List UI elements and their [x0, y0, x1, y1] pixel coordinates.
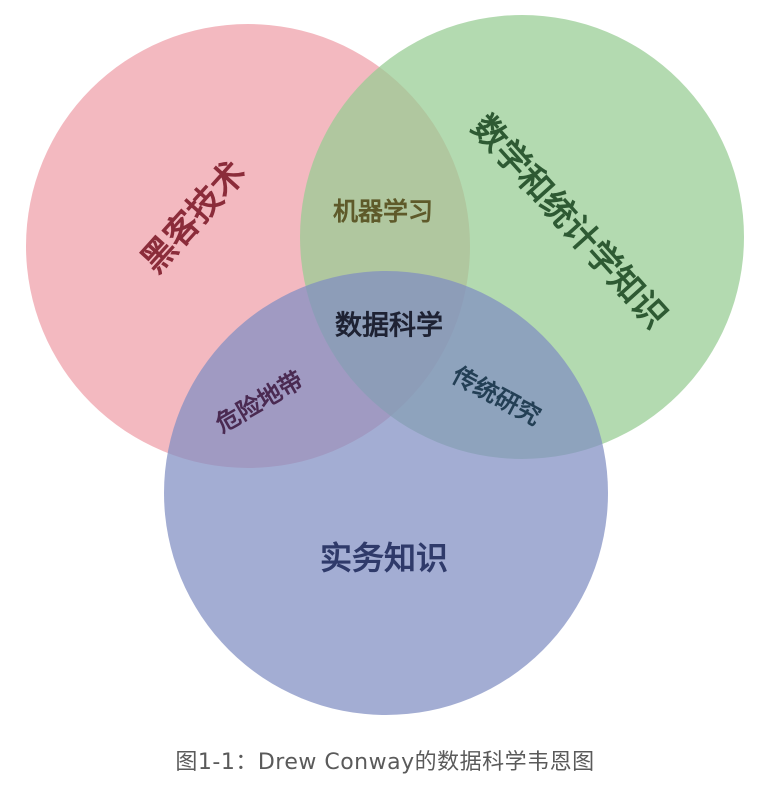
substantive-expertise-label: 实务知识	[320, 539, 448, 577]
data-science-label: 数据科学	[335, 310, 443, 342]
figure-caption: 图1-1：Drew Conway的数据科学韦恩图	[175, 750, 595, 775]
machine-learning-label: 机器学习	[333, 197, 433, 226]
venn-diagram: 黑客技术 数学和统计学知识 实务知识 机器学习 危险地带 传统研究 数据科学	[26, 15, 744, 715]
